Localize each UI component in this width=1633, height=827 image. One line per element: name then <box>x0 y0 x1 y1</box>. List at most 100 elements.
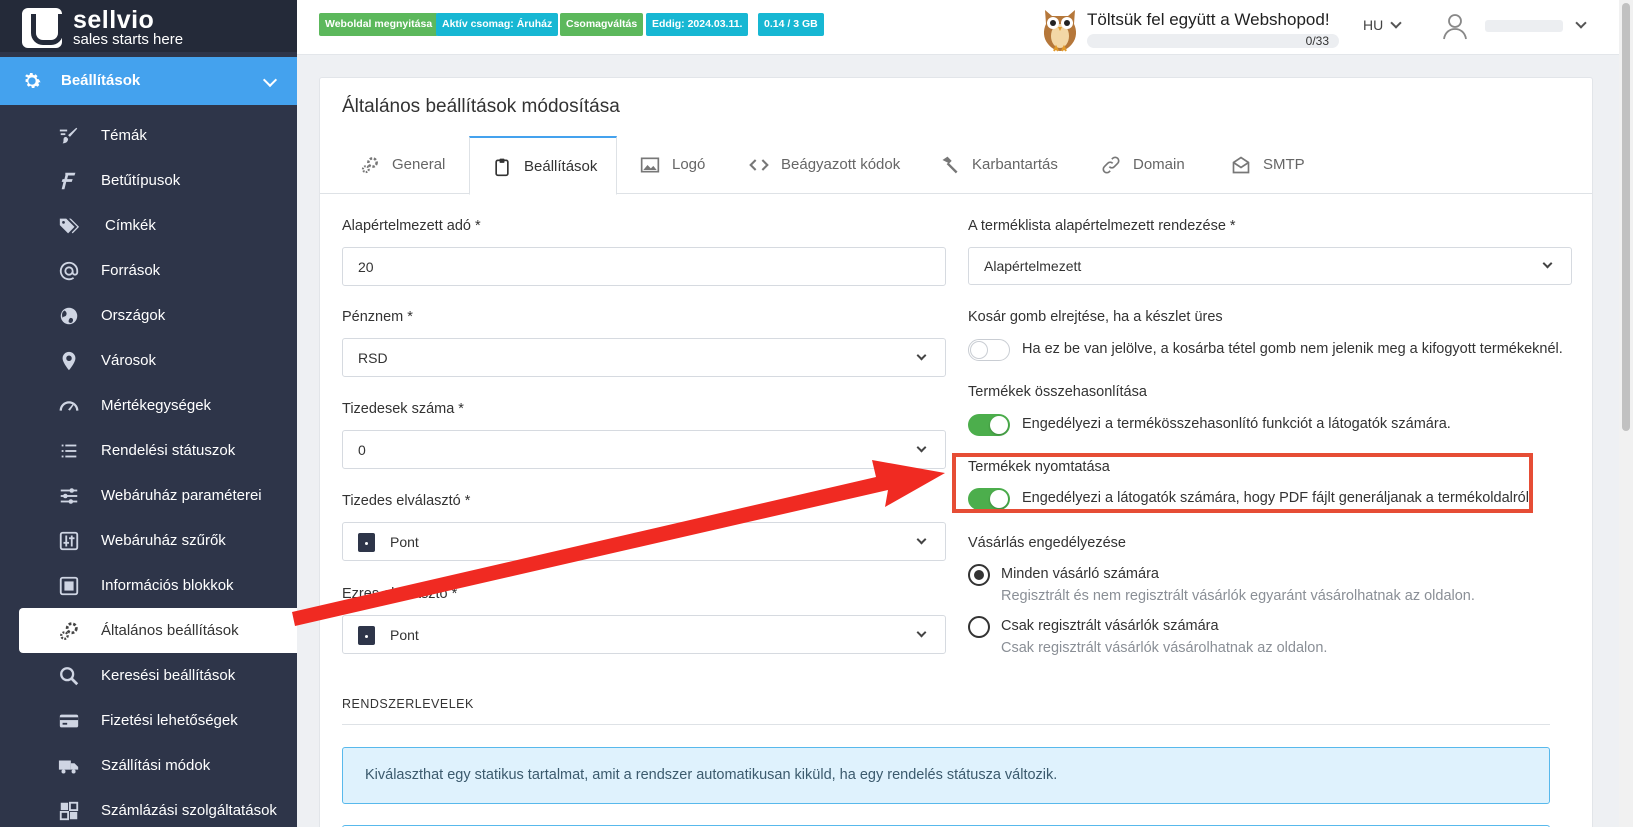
chevron-down-icon <box>916 350 927 361</box>
expiry-badge[interactable]: Eddig: 2024.03.11. <box>646 13 749 36</box>
sidebar-item-cities[interactable]: Városok <box>0 338 297 383</box>
sidebar-item-invoicing-services[interactable]: Számlázási szolgáltatások <box>0 788 297 827</box>
tax-label: Alapértelmezett adó * <box>342 218 481 234</box>
tab-general[interactable]: General <box>360 136 460 194</box>
sidebar-item-label: Címkék <box>105 217 156 234</box>
at-icon <box>59 261 79 281</box>
sidebar-item-sources[interactable]: Források <box>0 248 297 293</box>
change-package-badge[interactable]: Csomagváltás <box>560 13 644 36</box>
sort-label: A terméklista alapértelmezett rendezése … <box>968 218 1236 234</box>
language-selector[interactable]: HU <box>1363 17 1383 33</box>
tab-logo[interactable]: Logó <box>640 136 720 194</box>
sidebar-item-units[interactable]: Mértékegységek <box>0 383 297 428</box>
chevron-down-icon[interactable] <box>1390 17 1402 29</box>
gear-icon <box>25 73 41 89</box>
decimal-separator-value: Pont <box>390 534 419 550</box>
sidebar-item-countries[interactable]: Országok <box>0 293 297 338</box>
tax-input[interactable]: 20 <box>342 247 946 286</box>
tab-label: Beágyazott kódok <box>781 156 901 173</box>
purchase-all-help: Regisztrált és nem regisztrált vásárlók … <box>1001 588 1475 604</box>
brand[interactable]: sellvio sales starts here <box>0 0 297 52</box>
font-icon <box>61 172 76 190</box>
decimals-label: Tizedesek száma * <box>342 401 464 417</box>
sidebar-item-info-blocks[interactable]: Információs blokkok <box>0 563 297 608</box>
settings-card: Általános beállítások módosítása General… <box>319 77 1593 827</box>
storage-badge[interactable]: 0.14 / 3 GB <box>758 13 824 36</box>
compare-toggle[interactable] <box>968 414 1010 436</box>
promo-title[interactable]: Töltsük fel együtt a Webshopod! <box>1087 10 1330 30</box>
top-bar: Weboldal megnyitása Aktív csomag: Áruház… <box>297 0 1619 55</box>
search-icon <box>60 667 79 686</box>
sidebar-item-order-statuses[interactable]: Rendelési státuszok <box>0 428 297 473</box>
dot-separator-icon <box>358 533 375 552</box>
image-icon <box>640 157 660 173</box>
hammer-icon <box>942 156 958 174</box>
chevron-down-icon <box>262 72 278 88</box>
sidebar-item-search-settings[interactable]: Keresési beállítások <box>0 653 297 698</box>
sidebar-item-themes[interactable]: Témák <box>0 113 297 158</box>
purchase-registered-radio[interactable] <box>968 616 990 638</box>
user-name-redacted[interactable] <box>1485 20 1563 32</box>
decimals-select[interactable]: 0 <box>342 430 946 469</box>
page-scrollbar[interactable] <box>1619 0 1633 827</box>
sidebar-item-label: Városok <box>101 352 157 369</box>
sidebar-section-settings[interactable]: Beállítások <box>0 57 297 105</box>
sidebar-item-shipping-methods[interactable]: Szállítási módok <box>0 743 297 788</box>
sidebar-item-label: Webáruház paraméterei <box>101 487 262 504</box>
thousand-separator-select[interactable]: Pont <box>342 615 946 654</box>
hide-cart-description: Ha ez be van jelölve, a kosárba tétel go… <box>1022 341 1563 357</box>
sidebar: sellvio sales starts here Beállítások Té… <box>0 0 297 827</box>
chevron-down-icon <box>1542 258 1553 269</box>
invoice-icon <box>59 801 79 821</box>
sidebar-item-fonts[interactable]: Betűtípusok <box>0 158 297 203</box>
currency-value: RSD <box>358 350 388 366</box>
sidebar-item-label: Szállítási módok <box>101 757 211 774</box>
sidebar-item-label: Fizetési lehetőségek <box>101 712 238 729</box>
purchase-registered-label[interactable]: Csak regisztrált vásárlók számára <box>1001 618 1219 634</box>
open-website-badge[interactable]: Weboldal megnyitása <box>319 13 439 36</box>
tab-maintenance[interactable]: Karbantartás <box>940 136 1070 194</box>
annotation-highlight-box <box>952 453 1533 513</box>
currency-label: Pénznem * <box>342 309 413 325</box>
hide-cart-label: Kosár gomb elrejtése, ha a készlet üres <box>968 309 1223 325</box>
map-pin-icon <box>62 351 76 371</box>
purchase-registered-help: Csak regisztrált vásárlók vásárolhatnak … <box>1001 640 1328 656</box>
chevron-down-icon <box>916 442 927 453</box>
decimal-separator-select[interactable]: Pont <box>342 522 946 561</box>
hide-cart-toggle[interactable] <box>968 339 1010 361</box>
tab-smtp[interactable]: SMTP <box>1231 136 1311 194</box>
scrollbar-thumb[interactable] <box>1622 3 1630 431</box>
sidebar-item-general-settings[interactable]: Általános beállítások <box>19 608 297 653</box>
sidebar-item-label: Betűtípusok <box>101 172 181 189</box>
credit-card-icon <box>59 714 79 728</box>
purchase-all-radio[interactable] <box>968 564 990 586</box>
globe-icon <box>60 307 78 325</box>
tab-domain[interactable]: Domain <box>1101 136 1191 194</box>
sidebar-item-label: Általános beállítások <box>101 622 239 639</box>
sidebar-item-shop-params[interactable]: Webáruház paraméterei <box>0 473 297 518</box>
sidebar-item-label: Rendelési státuszok <box>101 442 236 459</box>
currency-select[interactable]: RSD <box>342 338 946 377</box>
divider <box>342 724 1550 725</box>
sort-select[interactable]: Alapértelmezett <box>968 247 1572 285</box>
truck-icon <box>58 760 79 774</box>
thousand-separator-label: Ezres elválasztó * <box>342 586 458 602</box>
sidebar-item-shop-filters[interactable]: Webáruház szűrők <box>0 518 297 563</box>
info-alert: Kiválaszthat egy statikus tartalmat, ami… <box>342 747 1550 804</box>
tab-embedded-codes[interactable]: Beágyazott kódok <box>749 136 909 194</box>
chevron-down-icon[interactable] <box>1575 17 1587 29</box>
tab-settings[interactable]: Beállítások <box>469 136 617 195</box>
sidebar-item-label: Témák <box>101 127 147 144</box>
decimals-value: 0 <box>358 442 366 458</box>
cogs-icon <box>60 622 78 640</box>
sidebar-item-label: Webáruház szűrők <box>101 532 226 549</box>
sidebar-nav: Témák Betűtípusok Címkék Források Ország… <box>0 113 297 827</box>
active-package-badge[interactable]: Aktív csomag: Áruház <box>436 13 559 36</box>
purchase-all-label[interactable]: Minden vásárló számára <box>1001 566 1159 582</box>
sidebar-item-tags[interactable]: Címkék <box>0 203 297 248</box>
sidebar-section-label: Beállítások <box>61 72 141 89</box>
sidebar-item-payment-options[interactable]: Fizetési lehetőségek <box>0 698 297 743</box>
tab-label: Domain <box>1133 156 1185 173</box>
user-icon[interactable] <box>1442 12 1468 40</box>
brand-tagline: sales starts here <box>73 31 184 48</box>
